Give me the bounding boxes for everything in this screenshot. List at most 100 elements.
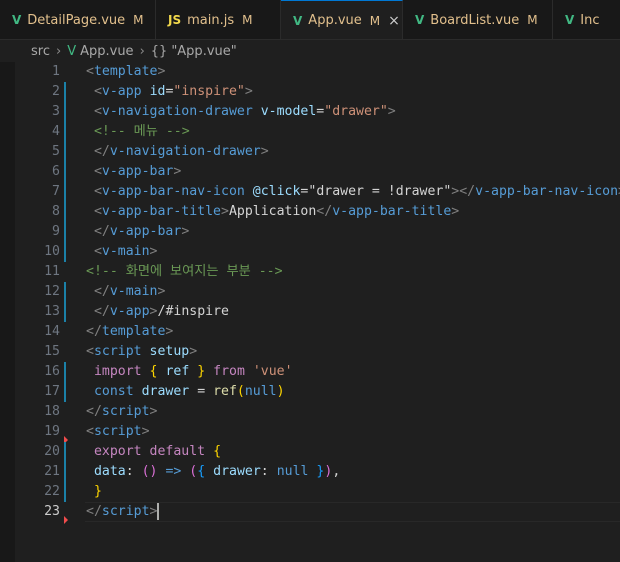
code-line[interactable]: 7 <v-app-bar-nav-icon @click="drawer = !…: [0, 182, 620, 202]
code-line[interactable]: 3 <v-navigation-drawer v-model="drawer">: [0, 102, 620, 122]
code-token: </: [93, 144, 110, 159]
code-line[interactable]: 16 import { ref } from 'vue': [0, 362, 620, 382]
code-token: template: [93, 64, 158, 79]
code-line[interactable]: 4 <!-- 메뉴 -->: [0, 122, 620, 142]
code-line[interactable]: 17 const drawer = ref(null): [0, 382, 620, 402]
code-token: ): [276, 384, 285, 399]
code-token: </: [316, 204, 333, 219]
vue-file-icon: V: [67, 43, 77, 59]
vue-file-icon: V: [293, 13, 303, 28]
code-token: v-app: [101, 84, 142, 99]
code-line[interactable]: 1 <template>: [0, 62, 620, 82]
js-file-icon: JS: [168, 13, 182, 27]
code-token: const: [93, 384, 134, 399]
code-token: <: [86, 424, 94, 439]
code-token: ,: [332, 464, 341, 479]
code-token: <: [93, 244, 102, 259]
code-line[interactable]: 2 <v-app id="inspire">: [0, 82, 620, 102]
code-token: script: [101, 404, 150, 419]
close-icon[interactable]: ×: [388, 13, 400, 29]
code-token: v-app-bar: [109, 224, 182, 239]
code-line[interactable]: 15 <script setup>: [0, 342, 620, 362]
code-text: </script>: [86, 502, 160, 522]
breadcrumb-file[interactable]: App.vue: [80, 44, 133, 59]
tab-label: BoardList.vue: [430, 12, 520, 28]
code-token: </: [86, 324, 102, 339]
line-number: 18: [44, 404, 60, 419]
code-line[interactable]: 12 </v-main>: [0, 282, 620, 302]
code-line[interactable]: 22 }: [0, 482, 620, 502]
code-token: v-app-bar-title: [101, 204, 221, 219]
line-number: 15: [44, 344, 60, 359]
code-token: ></: [451, 184, 476, 199]
code-text: const drawer = ref(null): [86, 382, 285, 402]
tab-detailpage-vue[interactable]: V DetailPage.vue M: [0, 0, 156, 39]
code-line[interactable]: 9 </v-app-bar>: [0, 222, 620, 242]
tab-main-js[interactable]: JS main.js M: [156, 0, 281, 39]
code-line[interactable]: 23 </script>: [0, 502, 620, 522]
line-number: 21: [44, 464, 60, 479]
code-line[interactable]: 14 </template>: [0, 322, 620, 342]
code-text: <v-app-bar-title>Application</v-app-bar-…: [86, 202, 459, 222]
code-line[interactable]: 10 <v-main>: [0, 242, 620, 262]
line-number: 3: [52, 104, 60, 119]
code-line[interactable]: 20 export default {: [0, 442, 620, 462]
code-token: <: [93, 104, 102, 119]
code-token: v-app-bar-title: [332, 204, 452, 219]
code-token: v-main: [101, 244, 150, 259]
code-line[interactable]: 21 data: () => ({ drawer: null }),: [0, 462, 620, 482]
tab-boardlist-vue[interactable]: V BoardList.vue M: [403, 0, 553, 39]
tab-inc[interactable]: V Inc: [553, 0, 620, 39]
code-line[interactable]: 8 <v-app-bar-title>Application</v-app-ba…: [0, 202, 620, 222]
code-line[interactable]: 11 <!-- 화면에 보여지는 부분 -->: [0, 262, 620, 282]
code-line[interactable]: 19 <script>: [0, 422, 620, 442]
code-token: <: [93, 204, 102, 219]
code-token: >: [387, 104, 396, 119]
code-text: <template>: [86, 62, 165, 82]
code-token: ref: [213, 384, 237, 399]
code-line[interactable]: 18 </script>: [0, 402, 620, 422]
code-text: </v-main>: [86, 282, 165, 302]
code-token: <: [93, 84, 102, 99]
code-token: =: [189, 384, 214, 399]
chevron-right-icon: ›: [139, 43, 145, 59]
code-token: >: [149, 304, 158, 319]
breadcrumb-symbol[interactable]: "App.vue": [171, 44, 236, 59]
line-number: 11: [44, 264, 60, 279]
code-token: v-navigation-drawer: [109, 144, 261, 159]
code-token: v-model: [260, 104, 317, 119]
code-line[interactable]: 6 <v-app-bar>: [0, 162, 620, 182]
code-token: >: [157, 284, 166, 299]
braces-icon: {}: [150, 43, 168, 59]
code-token: template: [101, 324, 166, 339]
vue-file-icon: V: [565, 13, 575, 27]
code-token: 'vue': [252, 364, 293, 379]
code-text: <v-navigation-drawer v-model="drawer">: [86, 102, 396, 122]
breadcrumb-folder[interactable]: src: [31, 44, 50, 59]
code-line[interactable]: 13 </v-app>/#inspire: [0, 302, 620, 322]
code-token: >: [157, 64, 166, 79]
line-number: 5: [52, 144, 60, 159]
code-editor[interactable]: 1 <template> 2 <v-app id="inspire"> 3 <v-na…: [0, 62, 620, 562]
code-token: data: [93, 464, 126, 479]
line-number: 16: [44, 364, 60, 379]
tab-app-vue[interactable]: V App.vue M ×: [281, 0, 403, 39]
code-token: script: [93, 424, 142, 439]
modified-indicator: M: [133, 13, 144, 27]
code-text: <v-app-bar-nav-icon @click="drawer = !dr…: [86, 182, 620, 202]
code-token: >: [141, 424, 150, 439]
text-cursor: [157, 502, 160, 520]
code-token: v-app-bar: [101, 164, 174, 179]
line-number: 6: [52, 164, 60, 179]
code-token: import: [93, 364, 142, 379]
code-text: <v-app id="inspire">: [86, 82, 253, 102]
code-line[interactable]: 5 </v-navigation-drawer>: [0, 142, 620, 162]
